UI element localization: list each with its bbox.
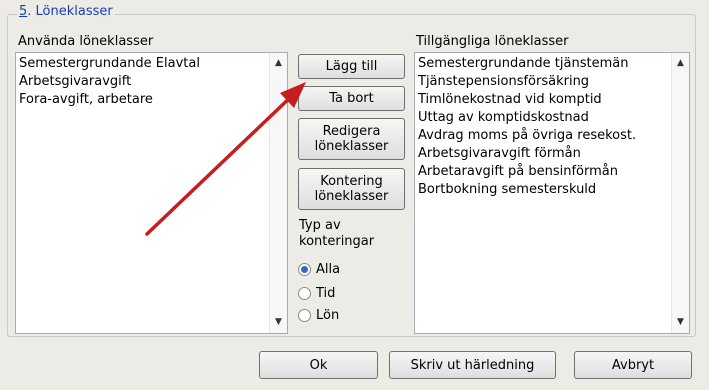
radio-tid-icon[interactable]: [298, 286, 311, 300]
edit-classes-button[interactable]: Redigera löneklasser: [298, 118, 405, 160]
used-classes-items: Semestergrundande Elavtal Arbetsgivaravgi…: [19, 55, 267, 109]
cancel-button[interactable]: Avbryt: [574, 351, 692, 379]
radio-tid[interactable]: Tid: [298, 284, 335, 302]
group-title: 5. Löneklasser: [17, 4, 115, 20]
used-classes-listbox[interactable]: Semestergrundande Elavtal Arbetsgivaravgi…: [15, 52, 288, 334]
radio-alla-icon[interactable]: [298, 262, 311, 276]
used-class-item[interactable]: Arbetsgivaravgift: [19, 73, 267, 91]
posting-classes-button[interactable]: Kontering löneklasser: [298, 168, 405, 210]
radio-lon[interactable]: Lön: [298, 306, 339, 324]
add-button[interactable]: Lägg till: [298, 54, 405, 79]
used-class-item[interactable]: Fora-avgift, arbetare: [19, 91, 267, 109]
available-classes-label: Tillgängliga löneklasser: [416, 34, 569, 49]
posting-type-label: Typ av konteringar: [299, 218, 375, 249]
used-classes-scrollbar[interactable]: ▲ ▼: [269, 53, 287, 333]
radio-alla[interactable]: Alla: [298, 260, 340, 278]
radio-lon-icon[interactable]: [298, 308, 311, 322]
print-derivation-button[interactable]: Skriv ut härledning: [389, 351, 556, 379]
used-class-item[interactable]: Semestergrundande Elavtal: [19, 55, 267, 73]
available-class-item[interactable]: Arbetsgivaravgift förmån: [418, 145, 669, 163]
available-class-item[interactable]: Uttag av komptidskostnad: [418, 109, 669, 127]
scroll-down-icon[interactable]: ▼: [270, 314, 287, 331]
available-classes-scrollbar[interactable]: ▲ ▼: [671, 53, 689, 333]
scroll-down-icon[interactable]: ▼: [672, 314, 689, 331]
available-class-item[interactable]: Tjänstepensionsförsäkring: [418, 73, 669, 91]
available-class-item[interactable]: Arbetaravgift på bensinförmån: [418, 163, 669, 181]
ok-button[interactable]: Ok: [259, 351, 378, 379]
available-class-item[interactable]: Semestergrundande tjänstemän: [418, 55, 669, 73]
available-classes-listbox[interactable]: Semestergrundande tjänstemän Tjänstepensi…: [414, 52, 690, 334]
remove-button[interactable]: Ta bort: [298, 86, 405, 111]
available-class-item[interactable]: Bortbokning semesterskuld: [418, 181, 669, 199]
scroll-up-icon[interactable]: ▲: [270, 55, 287, 72]
available-classes-items: Semestergrundande tjänstemän Tjänstepensi…: [418, 55, 669, 199]
dialog-body: 5. Löneklasser Använda löneklasser Semes…: [0, 0, 709, 390]
scroll-up-icon[interactable]: ▲: [672, 55, 689, 72]
available-class-item[interactable]: Avdrag moms på övriga resekost.: [418, 127, 669, 145]
available-class-item[interactable]: Timlönekostnad vid komptid: [418, 91, 669, 109]
used-classes-label: Använda löneklasser: [18, 34, 154, 49]
